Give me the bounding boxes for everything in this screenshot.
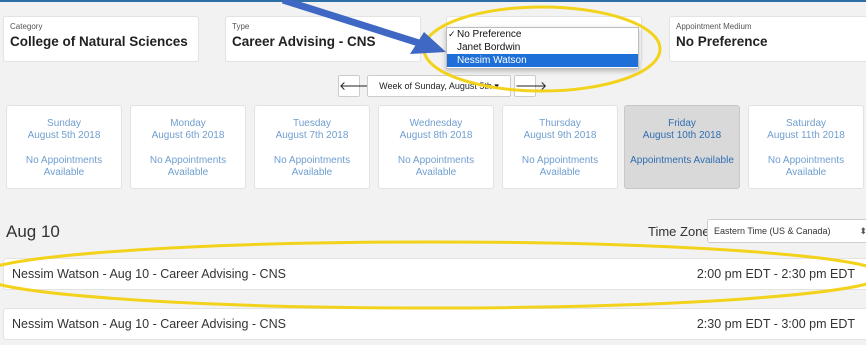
select-arrows-icon: ⬍ xyxy=(859,226,866,236)
day-date: August 11th 2018 xyxy=(767,130,845,141)
appointment-time: 2:00 pm EDT - 2:30 pm EDT xyxy=(696,267,855,281)
day-card-monday[interactable]: Monday August 6th 2018 No Appointments A… xyxy=(130,105,246,189)
day-status: No Appointments Available xyxy=(397,155,475,178)
appointment-title: Nessim Watson - Aug 10 - Career Advising… xyxy=(12,317,286,331)
category-value: College of Natural Sciences xyxy=(10,34,188,49)
next-week-button[interactable]: 🡒 xyxy=(514,75,547,97)
day-status: No Appointments Available xyxy=(273,155,351,178)
staff-option-nessim-watson[interactable]: Nessim Watson xyxy=(447,54,638,67)
day-name: Monday xyxy=(170,118,206,129)
day-date: August 9th 2018 xyxy=(523,130,597,141)
day-date: August 6th 2018 xyxy=(151,130,225,141)
appointment-medium-filter[interactable]: Appointment Medium No Preference xyxy=(669,16,866,62)
appointment-slot-1[interactable]: Nessim Watson - Aug 10 - Career Advising… xyxy=(3,258,866,290)
day-name: Sunday xyxy=(47,118,81,129)
appointment-time: 2:30 pm EDT - 3:00 pm EDT xyxy=(696,317,855,331)
day-status: Appointments Available xyxy=(630,155,734,166)
day-status: No Appointments Available xyxy=(767,155,845,178)
appointment-title: Nessim Watson - Aug 10 - Career Advising… xyxy=(12,267,286,281)
day-date: August 5th 2018 xyxy=(27,130,101,141)
day-date: August 8th 2018 xyxy=(399,130,473,141)
day-status: No Appointments Available xyxy=(25,155,103,178)
day-card-friday[interactable]: Friday August 10th 2018 Appointments Ava… xyxy=(624,105,740,189)
day-card-tuesday[interactable]: Tuesday August 7th 2018 No Appointments … xyxy=(254,105,370,189)
type-value: Career Advising - CNS xyxy=(232,34,376,49)
medium-label: Appointment Medium xyxy=(676,22,752,31)
day-name: Friday xyxy=(668,118,696,129)
day-status: No Appointments Available xyxy=(149,155,227,178)
timezone-select[interactable]: Eastern Time (US & Canada) ⬍ xyxy=(707,219,866,243)
staff-dropdown-menu[interactable]: ✓ No Preference Janet Bordwin Nessim Wat… xyxy=(446,27,639,69)
day-name: Thursday xyxy=(539,118,581,129)
day-card-thursday[interactable]: Thursday August 9th 2018 No Appointments… xyxy=(502,105,618,189)
timezone-label: Time Zone: xyxy=(648,224,714,239)
right-arrow-icon: 🡒 xyxy=(515,79,548,93)
type-filter[interactable]: Type Career Advising - CNS xyxy=(225,16,421,62)
staff-option-no-preference[interactable]: ✓ No Preference xyxy=(447,28,638,41)
day-status: No Appointments Available xyxy=(521,155,599,178)
day-name: Wednesday xyxy=(409,118,463,129)
appointment-slot-2[interactable]: Nessim Watson - Aug 10 - Career Advising… xyxy=(3,308,866,340)
day-date: August 10th 2018 xyxy=(642,130,722,141)
staff-option-janet-bordwin[interactable]: Janet Bordwin xyxy=(447,41,638,54)
category-label: Category xyxy=(10,22,43,31)
selected-date-heading: Aug 10 xyxy=(6,222,60,241)
timezone-value: Eastern Time (US & Canada) xyxy=(714,226,831,236)
medium-value: No Preference xyxy=(676,34,768,49)
previous-week-button[interactable]: 🡐 xyxy=(338,75,371,97)
day-card-wednesday[interactable]: Wednesday August 8th 2018 No Appointment… xyxy=(378,105,494,189)
day-card-sunday[interactable]: Sunday August 5th 2018 No Appointments A… xyxy=(6,105,122,189)
week-selector[interactable]: Week of Sunday, August 5th ▾ xyxy=(367,75,511,97)
category-filter[interactable]: Category College of Natural Sciences xyxy=(3,16,199,62)
top-accent-bar xyxy=(0,0,866,2)
type-label: Type xyxy=(232,22,250,31)
checkmark-icon: ✓ xyxy=(448,29,456,39)
day-date: August 7th 2018 xyxy=(275,130,349,141)
day-name: Saturday xyxy=(785,118,827,129)
day-name: Tuesday xyxy=(293,118,331,129)
day-card-saturday[interactable]: Saturday August 11th 2018 No Appointment… xyxy=(748,105,864,189)
